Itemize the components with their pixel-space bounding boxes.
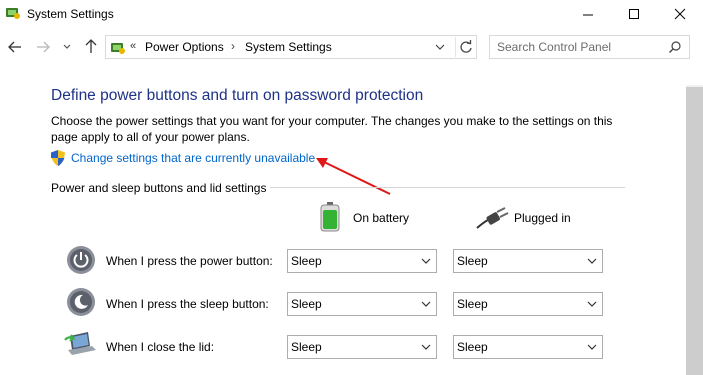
forward-arrow-icon[interactable] xyxy=(34,38,52,56)
chevron-down-icon xyxy=(587,301,597,307)
address-bar[interactable]: « Power Options › System Settings xyxy=(105,35,477,59)
power-button-plugged-select[interactable]: Sleep xyxy=(453,249,603,273)
battery-icon xyxy=(320,202,340,232)
navigation-bar: « Power Options › System Settings Search… xyxy=(0,33,703,61)
close-lid-plugged-select[interactable]: Sleep xyxy=(453,335,603,359)
power-button-label: When I press the power button: xyxy=(106,254,273,268)
sleep-button-battery-select[interactable]: Sleep xyxy=(287,292,437,316)
up-arrow-icon[interactable] xyxy=(82,37,100,55)
column-plugged-in: Plugged in xyxy=(514,211,571,225)
close-lid-battery-select[interactable]: Sleep xyxy=(287,335,437,359)
maximize-icon xyxy=(629,9,639,19)
section-label: Power and sleep buttons and lid settings xyxy=(51,181,267,195)
minimize-icon xyxy=(583,14,593,16)
chevron-down-icon[interactable] xyxy=(62,40,72,54)
search-placeholder: Search Control Panel xyxy=(497,40,612,54)
chevron-down-icon xyxy=(421,344,431,350)
breadcrumb-overflow[interactable]: « xyxy=(130,40,136,52)
scrollbar-thumb[interactable] xyxy=(686,87,703,375)
minimize-button[interactable] xyxy=(565,0,611,29)
control-panel-icon xyxy=(6,8,20,19)
breadcrumb-power-options[interactable]: Power Options xyxy=(145,40,224,54)
chevron-down-icon xyxy=(587,258,597,264)
maximize-button[interactable] xyxy=(611,0,657,29)
search-input[interactable]: Search Control Panel xyxy=(489,35,690,59)
breadcrumb-separator-icon[interactable]: › xyxy=(231,39,235,53)
column-on-battery: On battery xyxy=(353,211,410,225)
section-divider xyxy=(270,187,625,188)
chevron-down-icon xyxy=(421,301,431,307)
breadcrumb-system-settings[interactable]: System Settings xyxy=(245,40,332,54)
close-button[interactable] xyxy=(657,0,703,29)
back-arrow-icon[interactable] xyxy=(6,38,24,56)
laptop-lid-icon xyxy=(64,332,96,355)
title-bar: System Settings xyxy=(0,0,703,29)
page-description: Choose the power settings that you want … xyxy=(51,114,613,144)
power-button-icon xyxy=(67,246,95,274)
search-icon[interactable] xyxy=(668,40,682,54)
sleep-button-label: When I press the sleep button: xyxy=(106,297,269,311)
change-settings-link[interactable]: Change settings that are currently unava… xyxy=(71,151,315,165)
chevron-down-icon xyxy=(587,344,597,350)
refresh-icon[interactable] xyxy=(455,37,476,57)
page-title: Define power buttons and turn on passwor… xyxy=(51,87,424,104)
sleep-button-plugged-select[interactable]: Sleep xyxy=(453,292,603,316)
chevron-down-icon[interactable] xyxy=(433,40,447,54)
chevron-down-icon xyxy=(421,258,431,264)
uac-shield-icon xyxy=(51,150,65,166)
power-button-battery-select[interactable]: Sleep xyxy=(287,249,437,273)
annotation-arrow-icon xyxy=(316,158,391,195)
window-title: System Settings xyxy=(27,7,114,21)
close-lid-label: When I close the lid: xyxy=(106,340,215,354)
close-icon xyxy=(674,8,686,20)
control-panel-icon xyxy=(111,43,125,54)
power-plug-icon xyxy=(476,207,509,229)
sleep-button-icon xyxy=(67,288,95,316)
